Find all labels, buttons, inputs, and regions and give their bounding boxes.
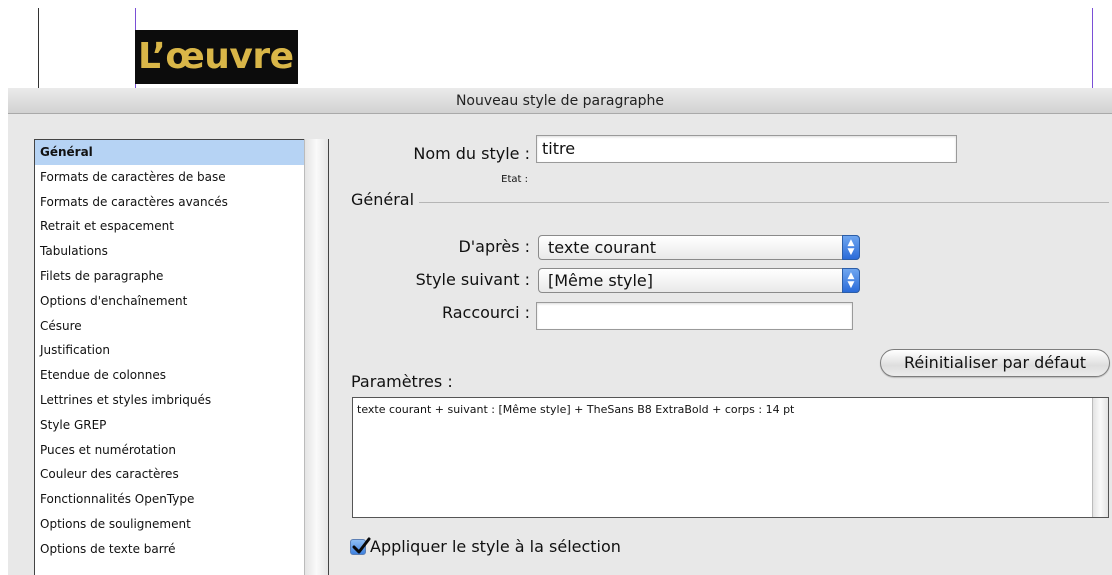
category-item[interactable]: Césure bbox=[35, 314, 305, 339]
updown-arrows-icon: ▲ ▼ bbox=[842, 235, 860, 260]
category-item[interactable]: Options d'enchaînement bbox=[35, 289, 305, 314]
category-item[interactable]: Style GREP bbox=[35, 413, 305, 438]
style-name-input[interactable]: titre bbox=[536, 135, 957, 163]
category-item[interactable]: Filets de paragraphe bbox=[35, 264, 305, 289]
shortcut-input[interactable] bbox=[536, 302, 853, 330]
category-item[interactable]: Couleur des caractères bbox=[35, 462, 305, 487]
category-item[interactable]: Justification bbox=[35, 338, 305, 363]
category-item[interactable]: Options de soulignement bbox=[35, 512, 305, 537]
document-canvas: L’œuvre bbox=[0, 0, 1112, 88]
state-label: Etat : bbox=[501, 174, 528, 185]
checkmark-icon bbox=[352, 537, 371, 554]
parameters-scrollbar[interactable] bbox=[1092, 398, 1108, 517]
category-item[interactable]: Tabulations bbox=[35, 239, 305, 264]
shortcut-label: Raccourci : bbox=[441, 303, 530, 322]
parameters-label: Paramètres : bbox=[351, 372, 453, 391]
parameters-textbox: texte courant + suivant : [Même style] +… bbox=[352, 397, 1109, 518]
based-on-dropdown[interactable]: texte courant ▲ ▼ bbox=[538, 235, 860, 260]
apply-style-checkbox[interactable] bbox=[350, 537, 371, 555]
category-list-scrollbar[interactable] bbox=[304, 139, 329, 575]
updown-arrows-icon: ▲ ▼ bbox=[842, 268, 860, 293]
category-item[interactable]: Retrait et espacement bbox=[35, 214, 305, 239]
style-name-label: Nom du style : bbox=[413, 144, 530, 163]
category-item[interactable]: Général bbox=[35, 140, 305, 165]
category-item[interactable]: Etendue de colonnes bbox=[35, 363, 305, 388]
based-on-value: texte courant bbox=[548, 238, 657, 257]
category-item[interactable]: Formats de caractères avancés bbox=[35, 190, 305, 215]
page-edge-guide bbox=[38, 8, 39, 88]
category-item[interactable]: Fonctionnalités OpenType bbox=[35, 487, 305, 512]
new-paragraph-style-dialog: Nouveau style de paragraphe Général Forma… bbox=[8, 88, 1112, 575]
next-style-dropdown[interactable]: [Même style] ▲ ▼ bbox=[538, 268, 860, 293]
dialog-title: Nouveau style de paragraphe bbox=[8, 88, 1112, 114]
category-item[interactable]: Formats de caractères de base bbox=[35, 165, 305, 190]
column-guide-right bbox=[1092, 8, 1093, 88]
category-list: Général Formats de caractères de base Form… bbox=[34, 139, 329, 575]
apply-style-checkbox-label[interactable]: Appliquer le style à la sélection bbox=[370, 537, 621, 556]
parameters-text: texte courant + suivant : [Même style] +… bbox=[357, 403, 795, 416]
section-title-general: Général bbox=[351, 190, 415, 209]
selected-heading-text[interactable]: L’œuvre bbox=[135, 30, 298, 84]
category-item[interactable]: Lettrines et styles imbriqués bbox=[35, 388, 305, 413]
dialog-body: Général Formats de caractères de base Form… bbox=[8, 115, 1112, 575]
based-on-label: D'après : bbox=[458, 237, 530, 256]
section-divider bbox=[419, 202, 1109, 203]
category-item[interactable]: Options de texte barré bbox=[35, 537, 305, 562]
category-item[interactable]: Puces et numérotation bbox=[35, 438, 305, 463]
next-style-label: Style suivant : bbox=[415, 270, 530, 289]
next-style-value: [Même style] bbox=[548, 271, 654, 290]
reset-to-default-button[interactable]: Réinitialiser par défaut bbox=[880, 349, 1110, 377]
